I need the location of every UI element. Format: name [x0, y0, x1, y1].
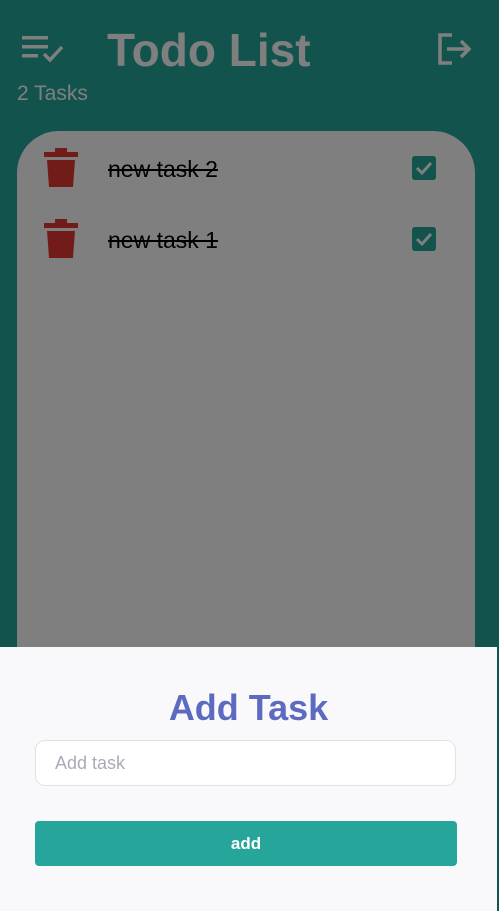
add-button[interactable]: add: [35, 821, 457, 866]
sheet-title: Add Task: [168, 687, 329, 728]
add-task-input[interactable]: [35, 740, 456, 786]
add-task-sheet: Add Task add: [0, 647, 497, 911]
